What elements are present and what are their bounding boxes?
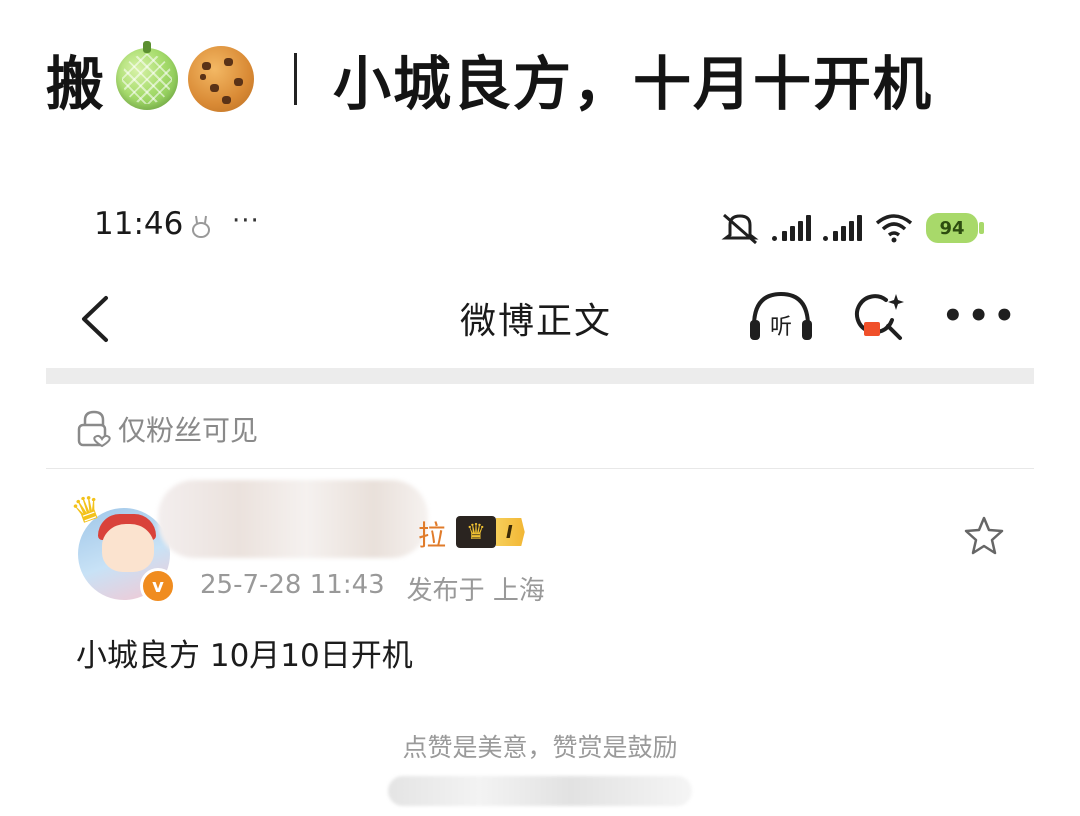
verified-badge: v xyxy=(140,568,176,604)
page-title: 微博正文 xyxy=(460,301,613,342)
visibility-text: 仅粉丝可见 xyxy=(118,414,259,447)
section-divider xyxy=(46,368,1034,384)
listen-button[interactable]: 听 xyxy=(748,290,814,344)
back-button[interactable] xyxy=(76,292,116,346)
signal-icon-2 xyxy=(823,215,862,241)
post-location: 发布于 上海 xyxy=(406,576,545,606)
cookie-emoji-icon xyxy=(188,46,255,112)
headline-title: 小城良方，十月十开机 xyxy=(333,50,934,118)
status-indicators: 94 xyxy=(720,206,984,250)
post-meta: 25-7-28 11:43 发布于 上海 xyxy=(200,570,545,607)
author-name-blurred[interactable] xyxy=(158,480,428,558)
melon-emoji-icon xyxy=(116,41,179,110)
status-more-icon: ··· xyxy=(232,206,260,236)
lock-heart-icon xyxy=(77,410,111,448)
more-options-button[interactable]: ••• xyxy=(942,296,1019,336)
vip-crown-icon: ♛ xyxy=(456,516,496,548)
search-button[interactable] xyxy=(852,290,906,344)
visibility-row: 仅粉丝可见 xyxy=(76,406,258,452)
signal-icon xyxy=(772,215,811,241)
star-icon xyxy=(964,516,1004,555)
favorite-button[interactable] xyxy=(962,514,1006,558)
divider xyxy=(46,468,1034,469)
headline: 搬 小城良方，十月十开机 xyxy=(46,34,933,124)
vip-badge[interactable]: ♛ I xyxy=(456,516,525,548)
search-icon xyxy=(855,294,904,340)
headline-separator xyxy=(294,53,298,105)
battery-indicator: 94 xyxy=(926,213,984,243)
author-name[interactable]: 拉 xyxy=(418,514,446,554)
status-time: 11:46 xyxy=(94,206,184,242)
listen-label: 听 xyxy=(770,315,792,340)
headline-prefix: 搬 xyxy=(46,50,107,118)
reward-tip: 点赞是美意，赞赏是鼓励 xyxy=(402,733,678,762)
headphones-icon: 听 xyxy=(750,291,812,340)
vip-level: I xyxy=(496,518,525,546)
mute-icon xyxy=(721,213,759,245)
chevron-left-icon xyxy=(82,296,108,342)
rabbit-icon xyxy=(190,214,212,240)
post-date: 25-7-28 11:43 xyxy=(200,570,385,600)
post-content: 小城良方 10月10日开机 xyxy=(76,638,413,674)
wifi-icon xyxy=(875,214,913,243)
reward-button-blurred[interactable] xyxy=(388,776,692,806)
